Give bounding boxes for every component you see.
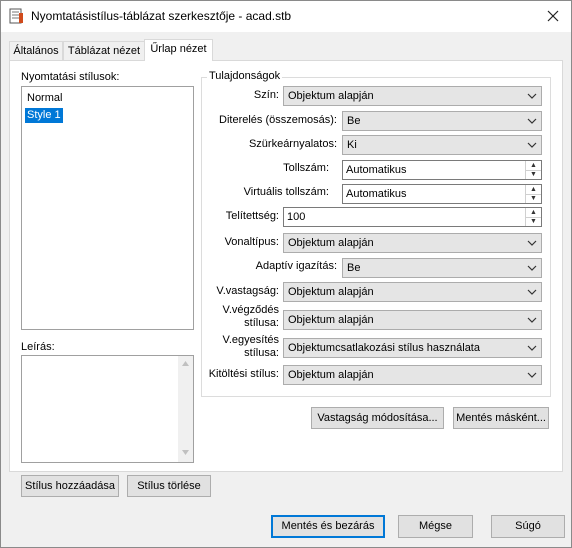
color-select[interactable]: Objektum alapján: [283, 86, 542, 106]
window-title: Nyomtatásistílus-táblázat szerkesztője -…: [31, 9, 292, 23]
spin-down-icon[interactable]: ▼: [526, 194, 541, 203]
linetype-select[interactable]: Objektum alapján: [283, 233, 542, 253]
line-end-label-line2: stílusa:: [244, 317, 279, 329]
grayscale-select[interactable]: Ki: [342, 135, 542, 155]
line-join-label: V.egyesítés stílusa:: [201, 334, 279, 360]
line-join-label-line1: V.egyesítés: [222, 334, 279, 346]
tab-table-view-label: Táblázat nézet: [67, 45, 141, 57]
edit-lineweights-button[interactable]: Vastagság módosítása...: [311, 407, 444, 429]
plot-style-app-icon: [9, 8, 23, 24]
help-button[interactable]: Súgó: [491, 515, 565, 538]
pen-spin-buttons: ▲ ▼: [525, 161, 541, 179]
dither-value: Be: [347, 115, 361, 127]
linetype-label: Vonaltípus:: [224, 236, 279, 248]
description-textarea[interactable]: [21, 355, 194, 463]
tab-general-label: Általános: [13, 45, 59, 57]
pen-label: Tollszám:: [283, 162, 329, 174]
chevron-down-icon: [527, 240, 537, 246]
pen-number-value: Automatikus: [346, 164, 407, 176]
tab-form-view[interactable]: Űrlap nézet: [144, 39, 213, 61]
scrollbar-arrows-icon: [182, 361, 189, 455]
adaptive-value: Be: [347, 262, 361, 274]
cancel-button[interactable]: Mégse: [398, 515, 473, 538]
line-end-label-line1: V.végződés: [222, 304, 279, 316]
color-label: Szín:: [253, 89, 279, 101]
close-icon: [547, 10, 559, 22]
screening-value: 100: [287, 211, 306, 223]
color-value: Objektum alapján: [288, 90, 374, 102]
lineweight-label: V.vastagság:: [216, 285, 279, 297]
dither-select[interactable]: Be: [342, 111, 542, 131]
spin-down-icon[interactable]: ▼: [526, 170, 541, 179]
close-button[interactable]: [541, 5, 565, 27]
adaptive-label: Adaptív igazítás:: [255, 260, 337, 272]
tab-form-view-label: Űrlap nézet: [150, 43, 207, 55]
linetype-value: Objektum alapján: [288, 237, 374, 249]
screening-label: Telítettség:: [225, 210, 279, 222]
title-bar: Nyomtatásistílus-táblázat szerkesztője -…: [1, 1, 571, 32]
fill-style-select[interactable]: Objektum alapján: [283, 365, 542, 385]
list-item-normal[interactable]: Normal: [25, 91, 64, 106]
description-scrollbar[interactable]: [178, 356, 193, 462]
line-end-select[interactable]: Objektum alapján: [283, 310, 542, 330]
lineweight-select[interactable]: Objektum alapján: [283, 282, 542, 302]
add-style-button[interactable]: Stílus hozzáadása: [21, 475, 119, 497]
delete-style-button[interactable]: Stílus törlése: [127, 475, 211, 497]
spin-down-icon[interactable]: ▼: [526, 217, 541, 226]
virtual-pen-value: Automatikus: [346, 188, 407, 200]
screening-spin-buttons: ▲ ▼: [525, 208, 541, 226]
grayscale-label: Szürkeárnyalatos:: [248, 138, 337, 150]
chevron-down-icon: [527, 93, 537, 99]
dither-label: Diterelés (összemosás):: [219, 114, 337, 126]
line-end-label: V.végződés stílusa:: [201, 304, 279, 330]
chevron-down-icon: [527, 118, 537, 124]
virtual-pen-label: Virtuális tollszám:: [243, 186, 329, 198]
line-join-select[interactable]: Objektumcsatlakozási stílus használata: [283, 338, 542, 358]
adaptive-select[interactable]: Be: [342, 258, 542, 278]
save-as-button[interactable]: Mentés másként...: [453, 407, 549, 429]
chevron-down-icon: [527, 317, 537, 323]
plot-styles-list[interactable]: Normal Style 1: [21, 86, 194, 330]
chevron-down-icon: [527, 289, 537, 295]
tab-table-view[interactable]: Táblázat nézet: [63, 41, 145, 60]
chevron-down-icon: [527, 345, 537, 351]
dialog-window: Nyomtatásistílus-táblázat szerkesztője -…: [0, 0, 572, 548]
properties-group-title: Tulajdonságok: [207, 70, 283, 82]
pen-number-spinner[interactable]: Automatikus ▲ ▼: [342, 160, 542, 180]
virtual-pen-spin-buttons: ▲ ▼: [525, 185, 541, 203]
fill-style-label: Kitöltési stílus:: [208, 368, 279, 380]
grayscale-value: Ki: [347, 139, 357, 151]
virtual-pen-spinner[interactable]: Automatikus ▲ ▼: [342, 184, 542, 204]
line-join-label-line2: stílusa:: [244, 347, 279, 359]
line-end-value: Objektum alapján: [288, 314, 374, 326]
chevron-down-icon: [527, 372, 537, 378]
chevron-down-icon: [527, 142, 537, 148]
tab-general[interactable]: Általános: [9, 41, 63, 60]
plot-styles-label: Nyomtatási stílusok:: [21, 71, 120, 83]
line-join-value: Objektumcsatlakozási stílus használata: [288, 342, 480, 354]
description-label: Leírás:: [21, 341, 55, 353]
screening-spinner[interactable]: 100 ▲ ▼: [283, 207, 542, 227]
chevron-down-icon: [527, 265, 537, 271]
lineweight-value: Objektum alapján: [288, 286, 374, 298]
fill-style-value: Objektum alapján: [288, 369, 374, 381]
save-and-close-button[interactable]: Mentés és bezárás: [271, 515, 385, 538]
list-item-style-1[interactable]: Style 1: [25, 108, 63, 123]
